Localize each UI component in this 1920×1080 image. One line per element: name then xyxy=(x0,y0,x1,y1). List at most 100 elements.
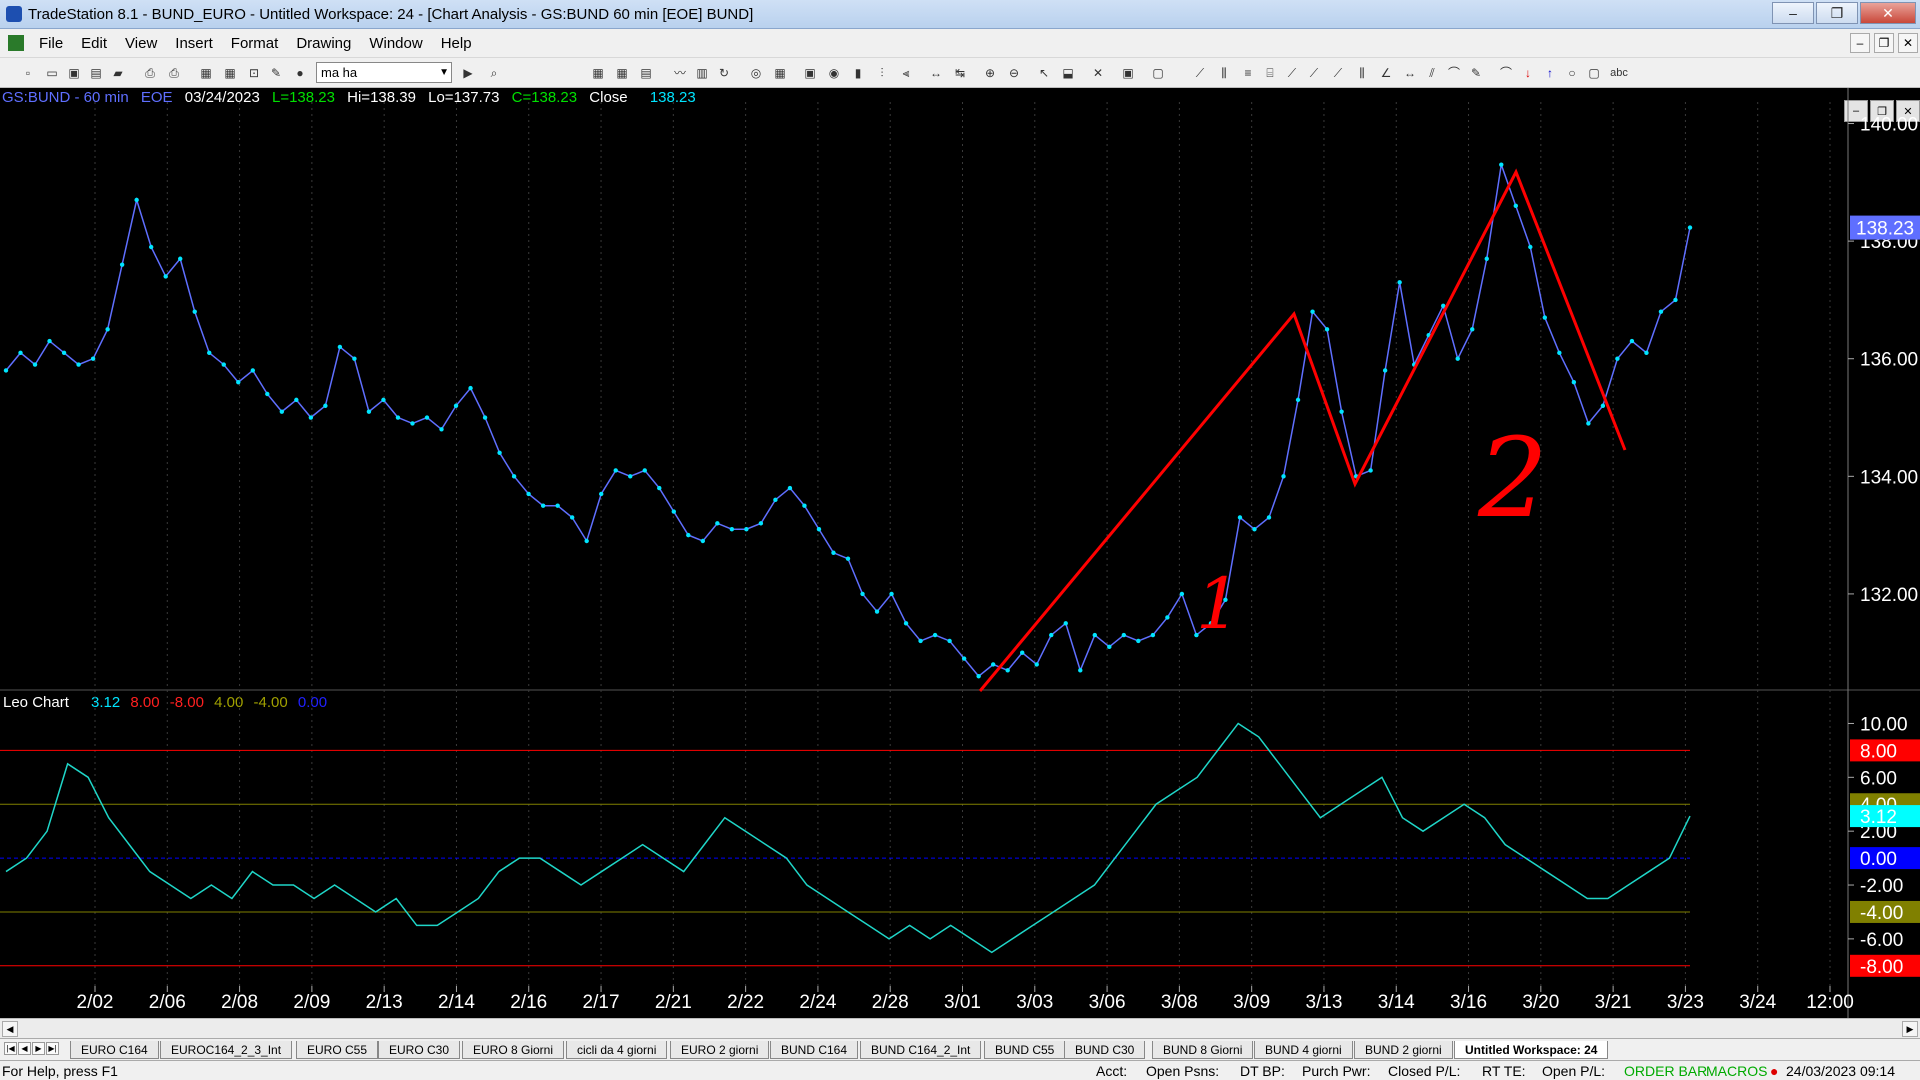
trendline-icon[interactable]: ⟋ xyxy=(1192,65,1208,81)
angle-icon[interactable]: ∠ xyxy=(1378,65,1394,81)
sheet-icon[interactable]: ▤ xyxy=(638,65,654,81)
chart-bars-icon[interactable]: ▥ xyxy=(694,65,710,81)
menu-window[interactable]: Window xyxy=(360,35,431,52)
price-point xyxy=(1687,225,1693,230)
folder-icon[interactable]: ▰ xyxy=(110,65,126,81)
arrow-down-icon[interactable]: ↓ xyxy=(1520,65,1536,81)
symbol-combo[interactable]: ma ha ▼ xyxy=(316,62,452,83)
find-icon[interactable]: ⌕ xyxy=(486,65,502,81)
menu-view[interactable]: View xyxy=(116,35,166,52)
tab-prev-icon[interactable]: ◀ xyxy=(18,1042,31,1055)
tab-euro-2-giorni[interactable]: EURO 2 giorni xyxy=(670,1041,770,1059)
scanner-icon[interactable]: ▣ xyxy=(802,65,818,81)
tab-euroc164-2-3-int[interactable]: EUROC164_2_3_Int xyxy=(160,1041,293,1059)
scroll-right-icon[interactable]: ▶ xyxy=(1902,1021,1918,1037)
tab-euro-c164[interactable]: EURO C164 xyxy=(70,1041,159,1059)
tab-euro-c30[interactable]: EURO C30 xyxy=(378,1041,461,1059)
price-point xyxy=(628,474,633,479)
pointer-icon[interactable]: ↖ xyxy=(1036,65,1052,81)
tab-bund-c164-2-int[interactable]: BUND C164_2_Int xyxy=(860,1041,982,1059)
grid-icon[interactable]: ▦ xyxy=(590,65,606,81)
restore-button[interactable]: ❐ xyxy=(1816,2,1858,24)
tab-bund-4-giorni[interactable]: BUND 4 giorni xyxy=(1254,1041,1353,1059)
radar-icon[interactable]: ◎ xyxy=(748,65,764,81)
indicator-icon[interactable]: ⫷ xyxy=(898,65,914,81)
table-icon[interactable]: ▦ xyxy=(614,65,630,81)
bar-chart-icon[interactable]: ▮ xyxy=(850,65,866,81)
workspace-icon[interactable]: ▤ xyxy=(88,65,104,81)
mdi-minimize-button[interactable]: – xyxy=(1850,33,1870,53)
zoom-in-icon[interactable]: ⊕ xyxy=(982,65,998,81)
tab-euro-8-giorni[interactable]: EURO 8 Giorni xyxy=(462,1041,565,1059)
menu-format[interactable]: Format xyxy=(222,35,288,52)
insert-symbol-icon[interactable]: ▣ xyxy=(1120,65,1136,81)
arrow-both-icon[interactable]: ↔ xyxy=(1402,65,1418,81)
close-button[interactable]: ✕ xyxy=(1860,2,1916,24)
channel-icon[interactable]: ⌸ xyxy=(1262,65,1278,81)
mdi-restore-button[interactable]: ❐ xyxy=(1874,33,1894,53)
play-icon[interactable]: ▶ xyxy=(460,65,476,81)
zoom-out-icon[interactable]: ⊖ xyxy=(1006,65,1022,81)
andrews-pitchfork-icon[interactable]: ⟋ xyxy=(1330,65,1346,81)
tab-bund-c55[interactable]: BUND C55 xyxy=(984,1041,1066,1059)
menu-help[interactable]: Help xyxy=(432,35,481,52)
speed-lines-icon[interactable]: ⟋ xyxy=(1284,65,1300,81)
strategy-icon[interactable]: ⫶ xyxy=(874,65,890,81)
status-macros[interactable]: MACROS xyxy=(1706,1063,1767,1079)
window-layout-icon[interactable]: ▦ xyxy=(198,65,214,81)
tab-bund-2-giorni[interactable]: BUND 2 giorni xyxy=(1354,1041,1453,1059)
mdi-close-button[interactable]: ✕ xyxy=(1898,33,1918,53)
menu-drawing[interactable]: Drawing xyxy=(287,35,360,52)
tab-last-icon[interactable]: ▶| xyxy=(46,1042,59,1055)
chart-icon[interactable]: 〰 xyxy=(672,65,688,81)
print-preview-icon[interactable]: ⎙ xyxy=(166,65,182,81)
chart-area[interactable]: GS:BUND - 60 min EOE 03/24/2023 L=138.23… xyxy=(0,88,1920,1020)
date-tick-label: 3/06 xyxy=(1089,992,1126,1013)
scroll-left-icon[interactable]: ◀ xyxy=(2,1021,18,1037)
tab-untitled-workspace-24[interactable]: Untitled Workspace: 24 xyxy=(1454,1041,1609,1059)
vertical-lines-icon[interactable]: ⫼ xyxy=(1216,65,1232,81)
compress-bars-icon[interactable]: ↹ xyxy=(952,65,968,81)
edit-icon[interactable]: ✎ xyxy=(268,65,284,81)
tab-bund-8-giorni[interactable]: BUND 8 Giorni xyxy=(1152,1041,1254,1059)
chart-canvas[interactable]: 2/02 2/06 2/08 2/09 2/13 2/14 2/16 2/17 2/21 2/22… xyxy=(0,88,1920,1020)
horizontal-lines-icon[interactable]: ≡ xyxy=(1240,65,1256,81)
tab-first-icon[interactable]: |◀ xyxy=(4,1042,17,1055)
tab-bund-c30[interactable]: BUND C30 xyxy=(1064,1041,1146,1059)
text-icon[interactable]: abc xyxy=(1608,65,1630,81)
tab-cicli-da-4-giorni[interactable]: cicli da 4 giorni xyxy=(566,1041,668,1059)
macros-icon[interactable]: ● xyxy=(292,65,308,81)
format-icon[interactable]: ⬓ xyxy=(1060,65,1076,81)
tools-icon[interactable]: ✕ xyxy=(1090,65,1106,81)
menu-edit[interactable]: Edit xyxy=(72,35,116,52)
print-icon[interactable]: ⎙ xyxy=(142,65,158,81)
menu-file[interactable]: File xyxy=(30,35,72,52)
price-point xyxy=(250,368,255,373)
tab-bund-c164[interactable]: BUND C164 xyxy=(770,1041,859,1059)
arc-icon[interactable]: ⌒ xyxy=(1446,65,1462,81)
tab-euro-c55[interactable]: EURO C55 xyxy=(296,1041,379,1059)
status-order-bar[interactable]: ORDER BAR xyxy=(1624,1063,1707,1079)
tab-next-icon[interactable]: ▶ xyxy=(32,1042,45,1055)
open-icon[interactable]: ▭ xyxy=(44,65,60,81)
new-icon[interactable]: ▫ xyxy=(20,65,36,81)
fib-lines-icon[interactable]: ⫼ xyxy=(1354,65,1370,81)
gann-fan-icon[interactable]: ⟋ xyxy=(1306,65,1322,81)
horizontal-scrollbar[interactable]: ◀ ▶ xyxy=(0,1018,1920,1038)
menu-insert[interactable]: Insert xyxy=(166,35,222,52)
minimize-button[interactable]: – xyxy=(1772,2,1814,24)
lock-icon[interactable]: ⊡ xyxy=(246,65,262,81)
disabled-icon[interactable]: ▢ xyxy=(1150,65,1166,81)
refresh-icon[interactable]: ↻ xyxy=(716,65,732,81)
window-cascade-icon[interactable]: ▦ xyxy=(222,65,238,81)
expand-bars-icon[interactable]: ↔ xyxy=(928,65,944,81)
rectangle-icon[interactable]: ▢ xyxy=(1586,65,1602,81)
parallel-icon[interactable]: ⫽ xyxy=(1424,65,1440,81)
options-icon[interactable]: ◉ xyxy=(826,65,842,81)
arrow-up-icon[interactable]: ↑ xyxy=(1542,65,1558,81)
curve-icon[interactable]: ⌒ xyxy=(1498,65,1514,81)
matrix-icon[interactable]: ▦ xyxy=(772,65,788,81)
circle-icon[interactable]: ○ xyxy=(1564,65,1580,81)
save-icon[interactable]: ▣ xyxy=(66,65,82,81)
pencil-icon[interactable]: ✎ xyxy=(1468,65,1484,81)
